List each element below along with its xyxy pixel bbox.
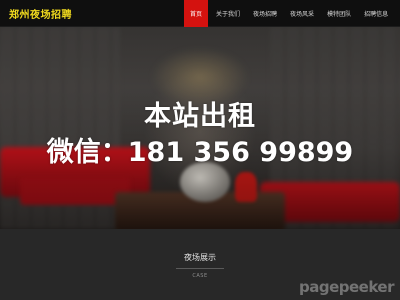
nav-item-recruitment[interactable]: 夜场招聘 (248, 0, 282, 27)
nav-item-jobs[interactable]: 招聘信息 (359, 0, 393, 27)
nav-item-gallery[interactable]: 夜场风采 (285, 0, 319, 27)
showcase-section: 夜场展示 CASE pagepeeker (0, 229, 400, 300)
main-nav: 首页 关于我们 夜场招聘 夜场风采 模特团队 招聘信息 (184, 0, 393, 27)
top-navbar: 郑州夜场招聘 首页 关于我们 夜场招聘 夜场风采 模特团队 招聘信息 (0, 0, 400, 27)
section-title: 夜场展示 (184, 253, 216, 262)
banner-ad-title: 本站出租 (144, 101, 256, 132)
nav-item-about[interactable]: 关于我们 (211, 0, 245, 27)
banner-ad-contact: 微信：181 356 99899 (46, 137, 354, 168)
nav-item-models[interactable]: 模特团队 (322, 0, 356, 27)
site-logo[interactable]: 郑州夜场招聘 (9, 6, 72, 21)
section-divider (176, 268, 224, 269)
nav-item-home[interactable]: 首页 (184, 0, 209, 27)
pagepeeker-watermark: pagepeeker (299, 278, 395, 296)
hero-banner: 本站出租 微信：181 356 99899 (0, 27, 400, 229)
